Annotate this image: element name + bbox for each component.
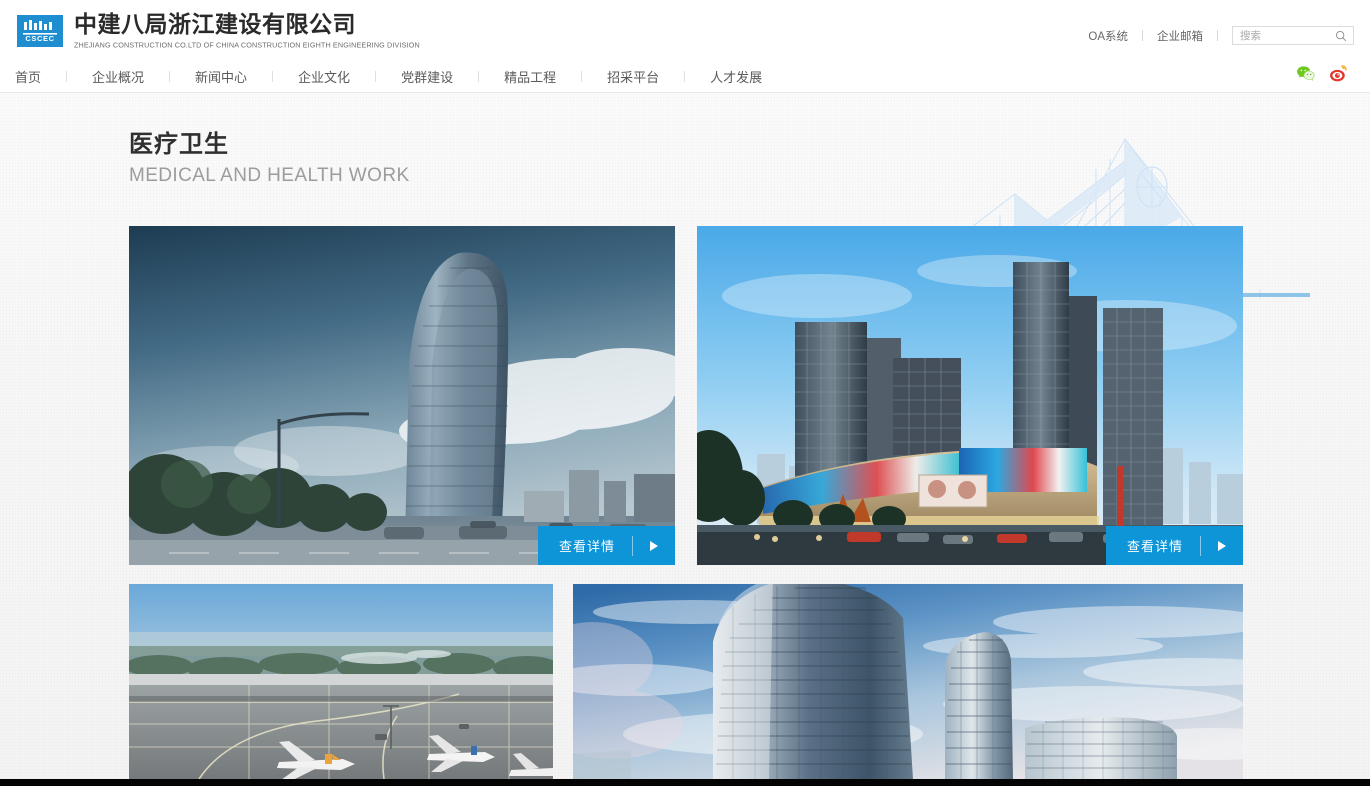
nav-item-projects[interactable]: 精品工程 bbox=[502, 67, 558, 86]
section-header: 医疗卫生 MEDICAL AND HEALTH WORK bbox=[129, 130, 410, 189]
utility-links: OA系统 企业邮箱 bbox=[1088, 26, 1354, 45]
utility-separator bbox=[1217, 30, 1218, 41]
company-name-en: ZHEJIANG CONSTRUCTION CO.LTD OF CHINA CO… bbox=[74, 40, 420, 50]
play-arrow-icon bbox=[1218, 540, 1226, 551]
main-navigation: 首页 企业概况 新闻中心 企业文化 党群建设 精品工程 招采平台 人才发展 bbox=[0, 60, 764, 92]
utility-separator bbox=[1142, 30, 1143, 41]
nav-separator bbox=[66, 70, 68, 82]
project-card[interactable]: 查看详情 bbox=[129, 226, 675, 565]
wechat-icon[interactable] bbox=[1296, 64, 1315, 83]
view-detail-label: 查看详情 bbox=[1126, 539, 1183, 554]
nav-separator bbox=[169, 70, 171, 82]
nav-item-home[interactable]: 首页 bbox=[13, 67, 43, 86]
project-photo-airport-apron bbox=[129, 584, 553, 779]
nav-item-procurement[interactable]: 招采平台 bbox=[605, 67, 661, 86]
view-detail-button[interactable]: 查看详情 bbox=[1105, 526, 1243, 565]
view-detail-label: 查看详情 bbox=[558, 539, 615, 554]
site-logo[interactable]: CSCEC 中建八局浙江建设有限公司 ZHEJIANG CONSTRUCTION… bbox=[17, 11, 420, 50]
nav-separator bbox=[684, 70, 686, 82]
cscec-logo-icon: CSCEC bbox=[17, 14, 63, 47]
play-arrow-icon bbox=[650, 540, 658, 551]
search-input[interactable] bbox=[1240, 27, 1336, 44]
nav-separator bbox=[375, 70, 377, 82]
project-card[interactable] bbox=[129, 584, 553, 779]
page-subtitle: MEDICAL AND HEALTH WORK bbox=[129, 165, 410, 186]
nav-item-party-work[interactable]: 党群建设 bbox=[399, 67, 455, 86]
search-icon[interactable] bbox=[1335, 30, 1347, 42]
oa-system-link[interactable]: OA系统 bbox=[1088, 28, 1128, 44]
site-header: CSCEC 中建八局浙江建设有限公司 ZHEJIANG CONSTRUCTION… bbox=[0, 0, 1370, 93]
nav-separator bbox=[581, 70, 583, 82]
project-card[interactable]: 查看详情 bbox=[697, 226, 1243, 565]
button-divider bbox=[632, 535, 633, 556]
button-divider bbox=[1200, 535, 1201, 556]
viewport-bottom-bar bbox=[0, 779, 1370, 786]
nav-item-news[interactable]: 新闻中心 bbox=[193, 67, 249, 86]
corporate-mail-link[interactable]: 企业邮箱 bbox=[1157, 28, 1203, 44]
project-card[interactable] bbox=[573, 584, 1243, 779]
social-links bbox=[1296, 64, 1348, 83]
card-row-bottom bbox=[129, 584, 1243, 779]
view-detail-button[interactable]: 查看详情 bbox=[537, 526, 675, 565]
project-card-grid: 查看详情 查看详情 bbox=[129, 226, 1243, 779]
page-content: 医疗卫生 MEDICAL AND HEALTH WORK 查看详情 查看详情 bbox=[0, 93, 1370, 779]
nav-separator bbox=[478, 70, 480, 82]
nav-separator bbox=[272, 70, 274, 82]
nav-item-culture[interactable]: 企业文化 bbox=[296, 67, 352, 86]
nav-item-about[interactable]: 企业概况 bbox=[90, 67, 146, 86]
svg-text:CSCEC: CSCEC bbox=[25, 34, 54, 43]
project-photo-curved-office-towers bbox=[573, 584, 1243, 779]
nav-item-careers[interactable]: 人才发展 bbox=[708, 67, 764, 86]
weibo-icon[interactable] bbox=[1329, 64, 1348, 83]
company-name-cn: 中建八局浙江建设有限公司 bbox=[74, 11, 356, 37]
project-photo-mixed-use-complex bbox=[697, 226, 1243, 565]
search-box[interactable] bbox=[1232, 26, 1354, 45]
project-photo-curved-tower bbox=[129, 226, 675, 565]
page-title: 医疗卫生 bbox=[129, 131, 229, 158]
card-row-top: 查看详情 查看详情 bbox=[129, 226, 1243, 565]
